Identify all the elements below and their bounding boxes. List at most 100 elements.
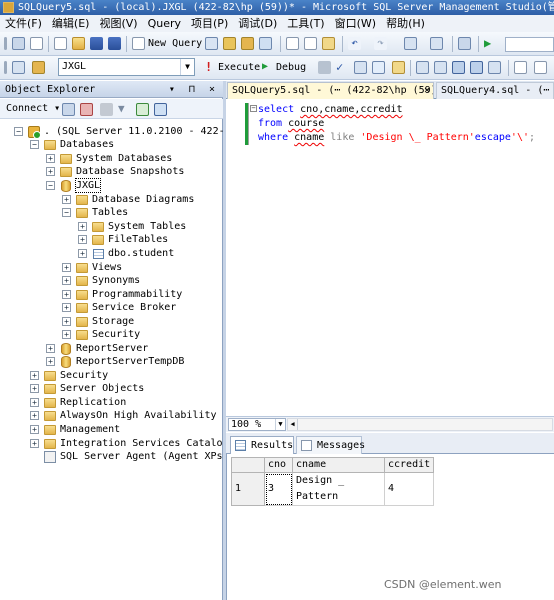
tree-node-databases[interactable]: − Databases xyxy=(0,138,223,151)
undo-icon[interactable]: ↶ xyxy=(348,37,361,50)
tree-node-security[interactable]: + Security xyxy=(0,369,223,382)
expand-icon[interactable]: + xyxy=(46,167,55,176)
expand-icon[interactable]: + xyxy=(62,330,71,339)
menu-debug[interactable]: 调试(D) xyxy=(233,15,282,32)
results-to-file-icon[interactable] xyxy=(488,61,501,74)
comment-lines-icon[interactable] xyxy=(514,61,527,74)
tree-node-storage[interactable]: + Storage xyxy=(0,315,223,328)
menu-window[interactable]: 窗口(W) xyxy=(330,15,381,32)
table-row[interactable]: 1 3 Design _ Pattern 4 xyxy=(231,472,435,506)
specify-values-icon[interactable] xyxy=(392,61,405,74)
paste-icon[interactable] xyxy=(322,37,335,50)
column-header-ccredit[interactable]: ccredit xyxy=(383,457,435,473)
tree-node-integration-services[interactable]: + Integration Services Catalogs xyxy=(0,437,235,450)
change-connection-icon[interactable] xyxy=(32,61,45,74)
tab-results[interactable]: Results xyxy=(230,436,294,454)
expand-icon[interactable]: + xyxy=(30,439,39,448)
results-to-text-icon[interactable] xyxy=(452,61,465,74)
chevron-down-icon[interactable]: ▼ xyxy=(180,59,194,75)
horizontal-scrollbar[interactable]: ◀ xyxy=(287,418,553,431)
new-project-icon[interactable] xyxy=(12,37,25,50)
tree-node-database-snapshots[interactable]: + Database Snapshots xyxy=(0,165,223,178)
copy-icon[interactable] xyxy=(304,37,317,50)
save-icon[interactable] xyxy=(90,37,103,50)
connect-icon[interactable] xyxy=(12,61,25,74)
row-header-corner[interactable] xyxy=(231,457,265,473)
tree-node-jxgl[interactable]: − JXGL xyxy=(0,178,223,193)
expand-icon[interactable]: + xyxy=(62,290,71,299)
menu-query[interactable]: Query xyxy=(143,15,186,32)
xmla-query-icon[interactable] xyxy=(259,37,272,50)
tree-node-reportservertempdb[interactable]: + ReportServerTempDB xyxy=(0,355,223,368)
expand-icon[interactable]: + xyxy=(78,249,87,258)
menu-view[interactable]: 视图(V) xyxy=(94,15,142,32)
column-header-cno[interactable]: cno xyxy=(264,457,293,473)
collapse-icon[interactable]: − xyxy=(30,140,39,149)
parse-icon[interactable]: ✓ xyxy=(336,61,349,74)
tree-node-system-databases[interactable]: + System Databases xyxy=(0,152,223,165)
expand-icon[interactable]: + xyxy=(62,195,71,204)
menu-tools[interactable]: 工具(T) xyxy=(282,15,329,32)
panel-window-controls[interactable]: ▾ ⊓ × xyxy=(169,81,219,98)
tree-node-system-tables[interactable]: + System Tables xyxy=(0,220,223,233)
screen-icon[interactable] xyxy=(458,37,471,50)
tab-sqlquery5[interactable]: SQLQuery5.sql - (⋯ (422-82\hp (59))* × xyxy=(227,82,434,99)
execute-icon[interactable]: ! xyxy=(205,61,218,74)
navigate-backward-icon[interactable] xyxy=(404,37,417,50)
scroll-left-icon[interactable]: ◀ xyxy=(288,419,298,430)
expand-icon[interactable]: + xyxy=(62,263,71,272)
include-plan-icon[interactable] xyxy=(416,61,429,74)
tree-node-db-security[interactable]: + Security xyxy=(0,328,223,341)
client-statistics-icon[interactable] xyxy=(434,61,447,74)
tree-node-replication[interactable]: + Replication xyxy=(0,396,223,409)
collapse-icon[interactable]: − xyxy=(14,127,23,136)
debug-button[interactable]: Debug xyxy=(276,61,306,75)
expand-icon[interactable]: + xyxy=(30,371,39,380)
tree-node-alwayson[interactable]: + AlwaysOn High Availability xyxy=(0,409,223,422)
collapse-icon[interactable]: − xyxy=(62,208,71,217)
refresh-icon[interactable] xyxy=(136,103,149,116)
results-to-grid-icon[interactable] xyxy=(470,61,483,74)
column-header-cname[interactable]: cname xyxy=(292,457,385,473)
expand-icon[interactable]: + xyxy=(46,357,55,366)
chevron-down-icon[interactable]: ▼ xyxy=(275,419,285,430)
tree-node-service-broker[interactable]: + Service Broker xyxy=(0,301,223,314)
disconnect-icon[interactable] xyxy=(80,103,93,116)
expand-icon[interactable]: + xyxy=(62,303,71,312)
menu-file[interactable]: 文件(F) xyxy=(0,15,47,32)
new-query-button[interactable]: New Query xyxy=(148,37,202,51)
debug-icon[interactable]: ▶ xyxy=(262,61,275,74)
new-file-icon[interactable] xyxy=(54,37,67,50)
cancel-query-icon[interactable] xyxy=(318,61,331,74)
close-icon[interactable]: × xyxy=(424,83,430,99)
expand-icon[interactable]: + xyxy=(30,425,39,434)
expand-icon[interactable]: + xyxy=(46,154,55,163)
redo-icon[interactable]: ↷ xyxy=(374,37,387,50)
start-debugging-icon[interactable]: ▶ xyxy=(484,37,497,50)
zoom-select[interactable]: 100 % ▼ xyxy=(228,418,286,431)
menu-help[interactable]: 帮助(H) xyxy=(381,15,430,32)
tree-node-server[interactable]: − . (SQL Server 11.0.2100 - 422-82\hp xyxy=(0,125,255,139)
collapse-region-icon[interactable]: − xyxy=(250,105,257,112)
tree-node-server-objects[interactable]: + Server Objects xyxy=(0,382,223,395)
add-item-icon[interactable] xyxy=(30,37,43,50)
tree-node-dbo-student[interactable]: + dbo.student xyxy=(0,247,223,260)
open-file-icon[interactable] xyxy=(72,37,85,50)
tab-messages[interactable]: Messages xyxy=(296,436,365,454)
mdx-query-icon[interactable] xyxy=(241,37,254,50)
expand-icon[interactable]: + xyxy=(62,317,71,326)
tree-node-programmability[interactable]: + Programmability xyxy=(0,288,223,301)
menu-edit[interactable]: 编辑(E) xyxy=(47,15,95,32)
expand-icon[interactable]: + xyxy=(30,384,39,393)
query-designer-icon[interactable] xyxy=(372,61,385,74)
results-grid[interactable]: cno cname ccredit 1 3 Design _ Pattern 4 xyxy=(231,457,435,506)
tab-sqlquery4[interactable]: SQLQuery4.sql - (⋯ (422 xyxy=(436,82,554,99)
expand-icon[interactable]: + xyxy=(30,411,39,420)
expand-icon[interactable]: + xyxy=(78,222,87,231)
expand-icon[interactable]: + xyxy=(46,344,55,353)
grid-cell-cno[interactable]: 3 xyxy=(264,472,293,506)
save-all-icon[interactable] xyxy=(108,37,121,50)
stop-icon[interactable] xyxy=(100,103,113,116)
tree-node-filetables[interactable]: + FileTables xyxy=(0,233,223,246)
navigate-forward-icon[interactable] xyxy=(430,37,443,50)
